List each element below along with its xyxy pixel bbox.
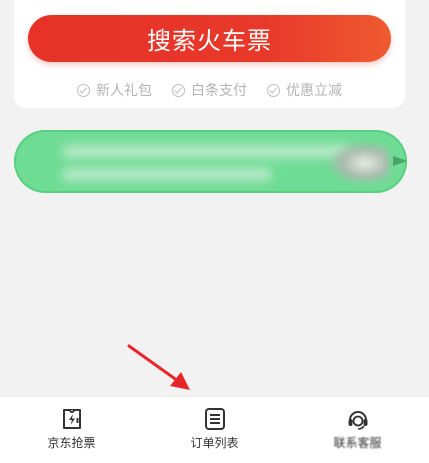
- perk-item: 优惠立减: [267, 78, 342, 102]
- tab-order-list[interactable]: 订单列表: [143, 397, 286, 463]
- tab-ticket-grab[interactable]: 京东抢票: [0, 397, 143, 463]
- ticket-lightning-icon: [62, 409, 81, 429]
- search-card: 搜索火车票 新人礼包 白条支付 优惠立减: [14, 0, 405, 108]
- blurred-banner-image: [329, 142, 389, 184]
- perk-label: 白条支付: [191, 83, 247, 99]
- tab-customer-service[interactable]: 联系客服: [286, 397, 429, 463]
- headset-icon: [348, 411, 367, 430]
- banner-pointer-icon: [393, 156, 407, 166]
- blurred-banner-text: [62, 168, 272, 181]
- search-train-tickets-button[interactable]: 搜索火车票: [28, 15, 391, 62]
- perk-item: 新人礼包: [77, 78, 152, 102]
- bottom-tab-bar: 京东抢票 订单列表 联系客服: [0, 396, 429, 463]
- check-circle-icon: [172, 83, 185, 97]
- promo-banner[interactable]: [14, 130, 407, 193]
- search-button-label: 搜索火车票: [147, 28, 272, 55]
- perks-row: 新人礼包 白条支付 优惠立减: [14, 78, 405, 102]
- tab-label: 订单列表: [190, 436, 239, 450]
- perk-label: 新人礼包: [96, 83, 152, 99]
- document-list-icon: [204, 408, 225, 430]
- check-circle-icon: [77, 83, 90, 97]
- perk-item: 白条支付: [172, 78, 247, 102]
- tab-label: 联系客服: [333, 436, 382, 450]
- blurred-banner-text: [62, 145, 352, 158]
- perk-label: 优惠立减: [286, 83, 342, 99]
- tab-label: 京东抢票: [47, 436, 96, 450]
- check-circle-icon: [267, 83, 280, 97]
